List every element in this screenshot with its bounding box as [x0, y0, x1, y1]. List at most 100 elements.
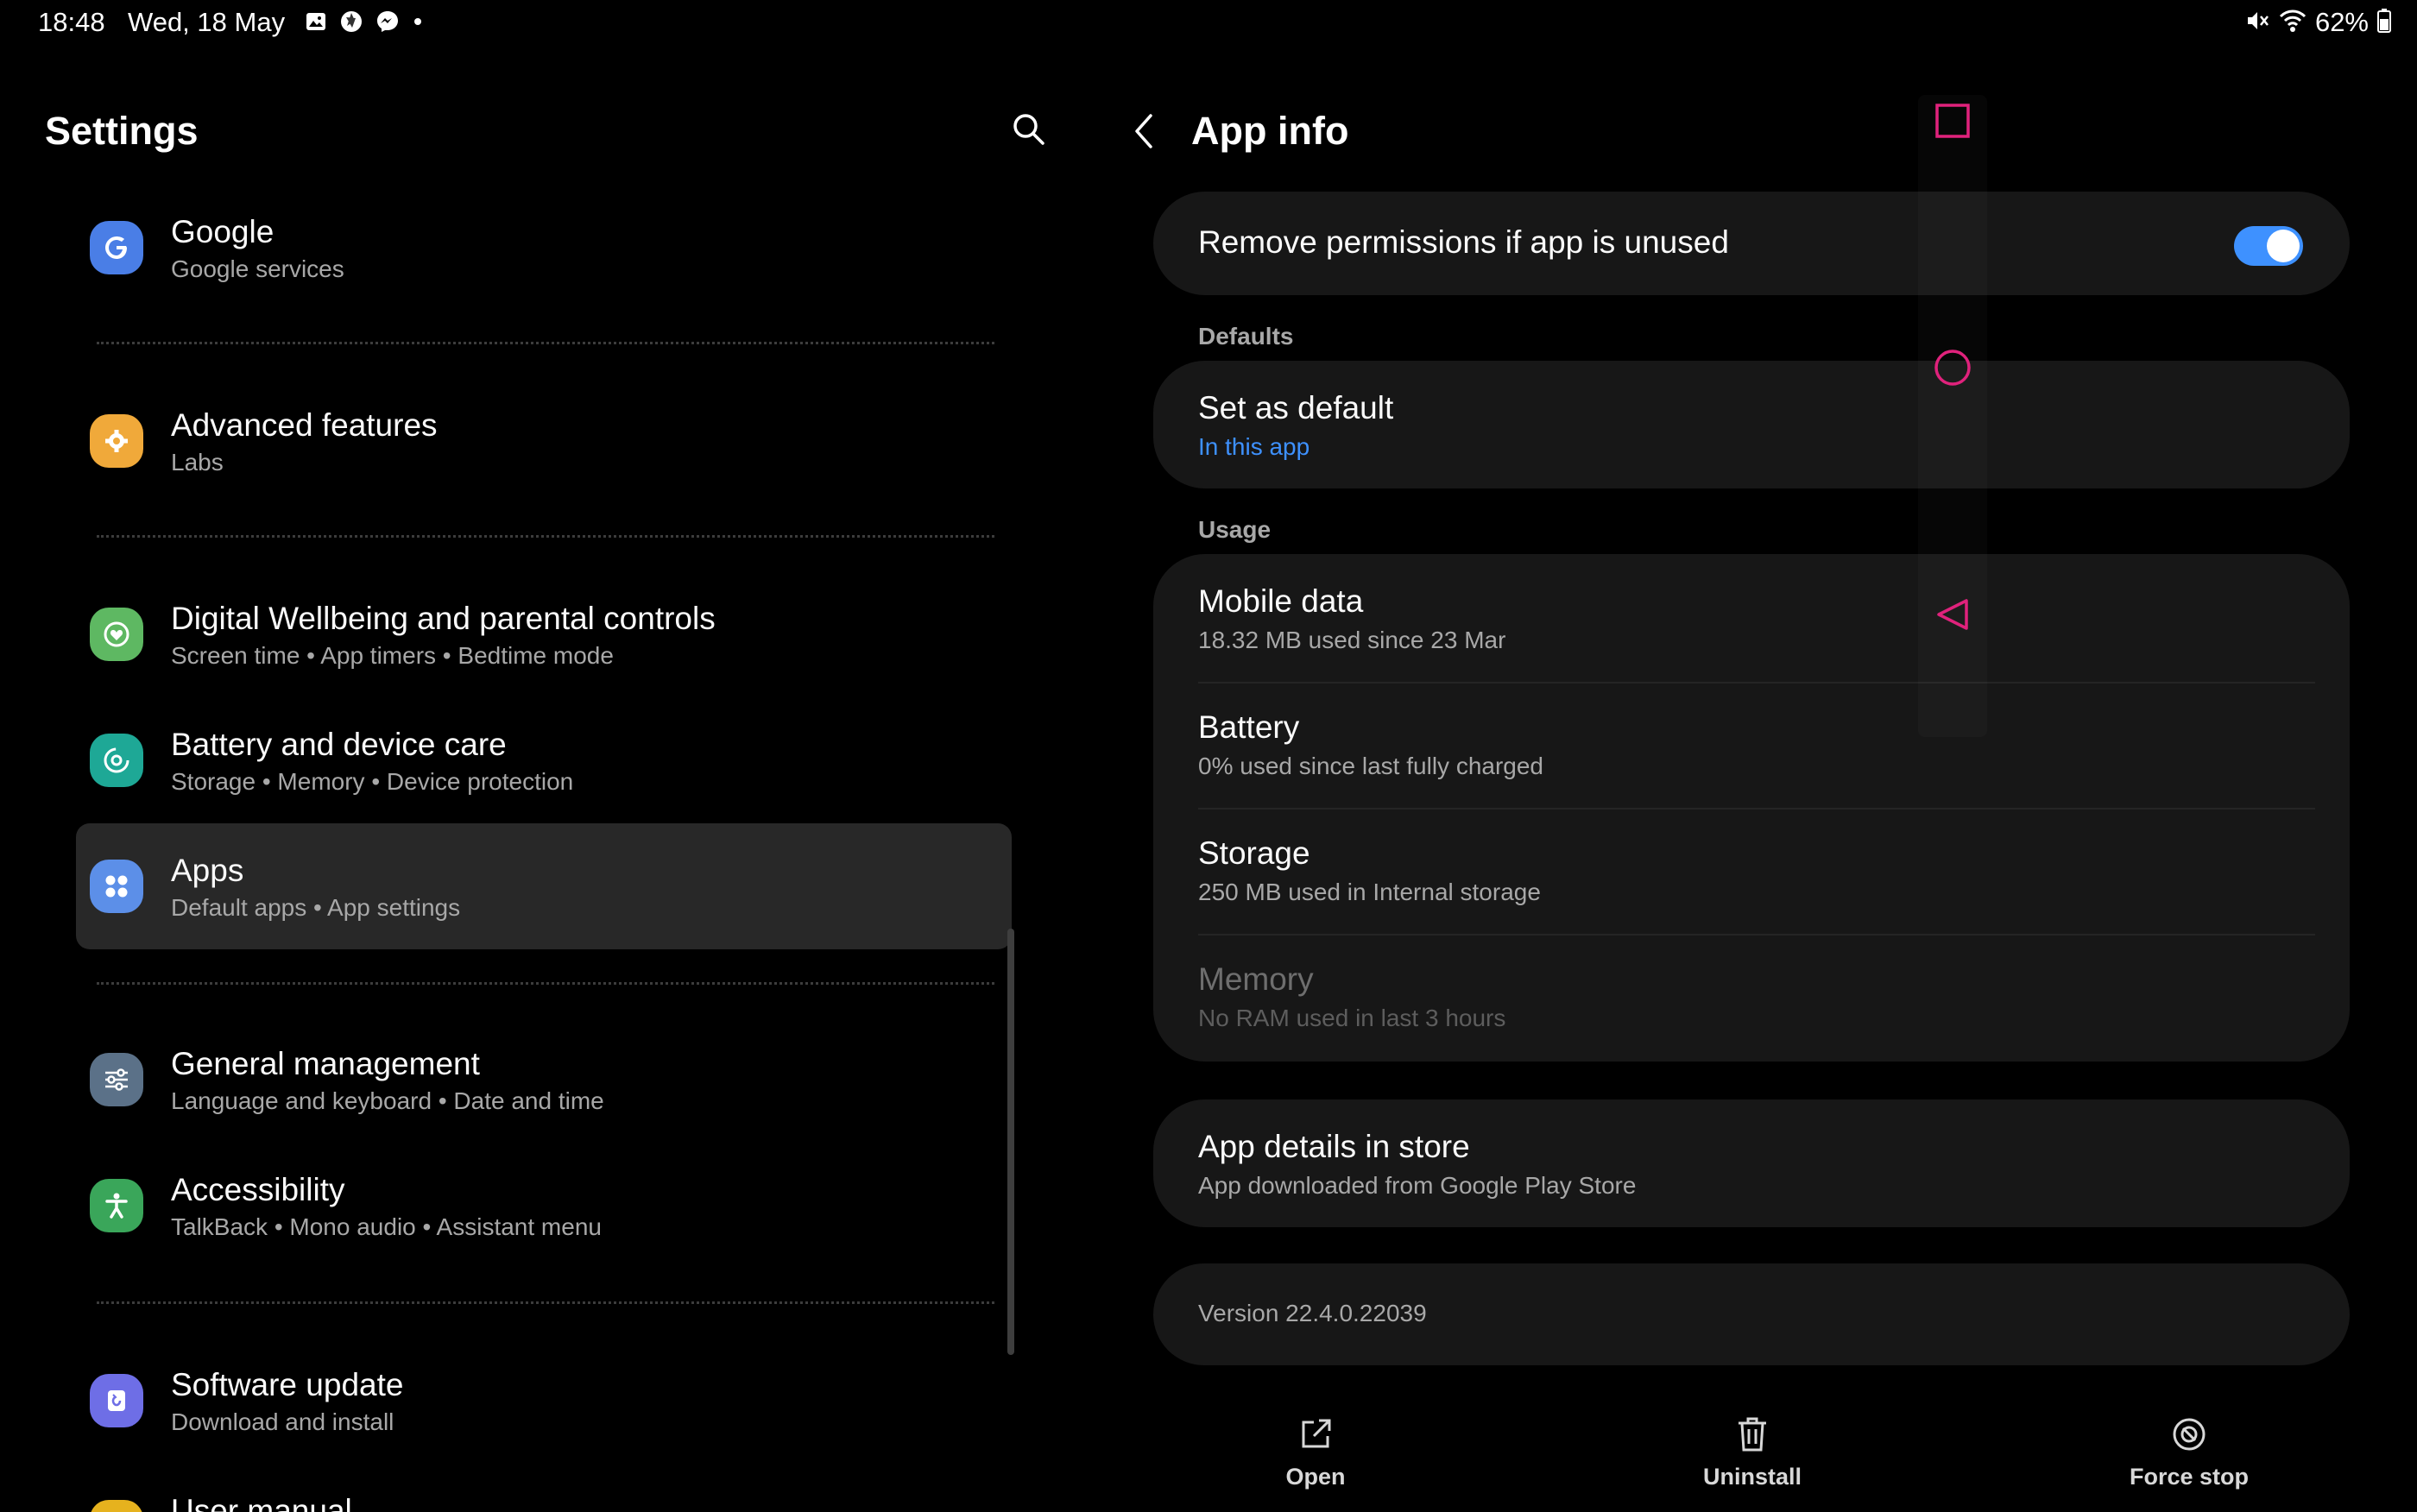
memory-row: Memory No RAM used in last 3 hours [1198, 961, 1505, 1032]
item-title: Battery and device care [171, 727, 507, 762]
settings-scrollbar[interactable] [1007, 929, 1014, 1355]
divider [97, 535, 994, 538]
battery-row[interactable]: Battery 0% used since last fully charged [1198, 709, 1543, 780]
item-subtitle: Default apps • App settings [171, 894, 461, 921]
app-details-store-row: App details in store App downloaded from… [1198, 1129, 1636, 1200]
item-subtitle: Storage • Memory • Device protection [171, 768, 574, 795]
floating-nav-bar [1918, 95, 1987, 737]
item-subtitle: Labs [171, 449, 224, 476]
back-triangle-icon [1934, 596, 1971, 637]
settings-item-apps[interactable]: Apps Default apps • App settings [76, 823, 1012, 949]
page-title: App info [1191, 109, 1349, 153]
settings-title: Settings [45, 109, 199, 153]
set-as-default-row: Set as default In this app [1198, 390, 1393, 461]
notification-icons [304, 9, 425, 35]
item-subtitle: Download and install [171, 1408, 394, 1435]
remove-permissions-toggle[interactable] [2234, 226, 2303, 266]
settings-item-advanced-features[interactable]: Advanced features Labs [76, 378, 1012, 504]
mobile-data-row[interactable]: Mobile data 18.32 MB used since 23 Mar [1198, 583, 1505, 654]
open-label: Open [1285, 1464, 1346, 1490]
storage-subtitle: 250 MB used in Internal storage [1198, 879, 1541, 905]
recents-icon [1934, 103, 1971, 143]
force-stop-button[interactable]: Force stop [2086, 1412, 2293, 1490]
divider [97, 342, 994, 344]
home-icon [1933, 348, 1972, 392]
mobile-data-subtitle: 18.32 MB used since 23 Mar [1198, 627, 1506, 653]
mute-icon [2244, 8, 2270, 38]
open-external-icon [1212, 1412, 1419, 1457]
status-time: 18:48 [38, 7, 105, 37]
apps-icon [90, 860, 143, 913]
item-title: Digital Wellbeing and parental controls [171, 601, 716, 636]
gallery-icon [304, 9, 328, 34]
status-date: Wed, 18 May [128, 7, 286, 37]
divider [97, 1301, 994, 1304]
uninstall-button[interactable]: Uninstall [1649, 1412, 1856, 1490]
settings-item-user-manual[interactable]: User manual [76, 1464, 1012, 1512]
battery-icon [2377, 8, 2391, 38]
divider [1198, 808, 2315, 810]
store-title: App details in store [1198, 1129, 1470, 1164]
accessibility-icon [90, 1179, 143, 1232]
settings-item-accessibility[interactable]: Accessibility TalkBack • Mono audio • As… [76, 1143, 1012, 1269]
memory-subtitle: No RAM used in last 3 hours [1198, 1005, 1506, 1031]
divider [97, 982, 994, 985]
wellbeing-icon [90, 608, 143, 661]
toggle-knob [2267, 230, 2300, 262]
item-title: User manual [171, 1493, 352, 1512]
mobile-data-title: Mobile data [1198, 583, 1364, 619]
item-title: General management [171, 1046, 480, 1081]
defaults-header: Defaults [1198, 323, 1294, 350]
force-stop-label: Force stop [2129, 1464, 2250, 1490]
chevron-left-icon [1132, 112, 1158, 154]
settings-item-general-management[interactable]: General management Language and keyboard… [76, 1017, 1012, 1143]
settings-item-digital-wellbeing[interactable]: Digital Wellbeing and parental controls … [76, 571, 1012, 697]
back-nav-button[interactable] [1928, 592, 1977, 640]
status-bar: 18:48 Wed, 18 May 62% [0, 0, 2417, 45]
update-icon [90, 1374, 143, 1427]
remove-permissions-label: Remove permissions if app is unused [1198, 224, 1729, 260]
storage-title: Storage [1198, 835, 1310, 871]
item-title: Software update [171, 1367, 404, 1402]
dot-icon [411, 15, 425, 28]
manual-icon [90, 1500, 143, 1512]
storage-row[interactable]: Storage 250 MB used in Internal storage [1198, 835, 1541, 906]
item-subtitle: Screen time • App timers • Bedtime mode [171, 642, 614, 669]
recents-button[interactable] [1928, 98, 1977, 147]
settings-item-battery-device-care[interactable]: Battery and device care Storage • Memory… [76, 697, 1012, 823]
item-subtitle: TalkBack • Mono audio • Assistant menu [171, 1213, 602, 1240]
aperture-icon [338, 9, 364, 35]
store-subtitle: App downloaded from Google Play Store [1198, 1172, 1637, 1199]
item-subtitle: Language and keyboard • Date and time [171, 1087, 604, 1114]
battery-title: Battery [1198, 709, 1300, 745]
home-button[interactable] [1928, 345, 1977, 394]
open-button[interactable]: Open [1212, 1412, 1419, 1490]
wifi-icon [2279, 8, 2307, 38]
google-icon [90, 221, 143, 274]
messenger-icon [375, 9, 401, 35]
puzzle-icon [90, 414, 143, 468]
trash-icon [1649, 1412, 1856, 1457]
memory-title: Memory [1198, 961, 1314, 997]
sliders-icon [90, 1053, 143, 1106]
item-title: Accessibility [171, 1172, 345, 1207]
item-subtitle: Google services [171, 255, 344, 282]
settings-item-google[interactable]: Google Google services [76, 185, 1012, 311]
usage-header: Usage [1198, 516, 1272, 543]
device-care-icon [90, 734, 143, 787]
force-stop-icon [2086, 1412, 2293, 1457]
divider [1198, 934, 2315, 936]
remove-permissions-row: Remove permissions if app is unused [1198, 224, 1729, 261]
item-title: Advanced features [171, 407, 438, 443]
search-icon [1011, 111, 1047, 152]
set-as-default-title: Set as default [1198, 390, 1394, 425]
back-button[interactable] [1122, 109, 1167, 157]
search-button[interactable] [1005, 107, 1053, 155]
version-text: Version 22.4.0.22039 [1198, 1300, 1427, 1326]
uninstall-label: Uninstall [1702, 1464, 1802, 1490]
system-icons: 62% [2244, 7, 2391, 38]
set-as-default-subtitle: In this app [1198, 433, 1310, 460]
item-title: Google [171, 214, 275, 249]
divider [1198, 682, 2315, 684]
settings-item-software-update[interactable]: Software update Download and install [76, 1338, 1012, 1464]
